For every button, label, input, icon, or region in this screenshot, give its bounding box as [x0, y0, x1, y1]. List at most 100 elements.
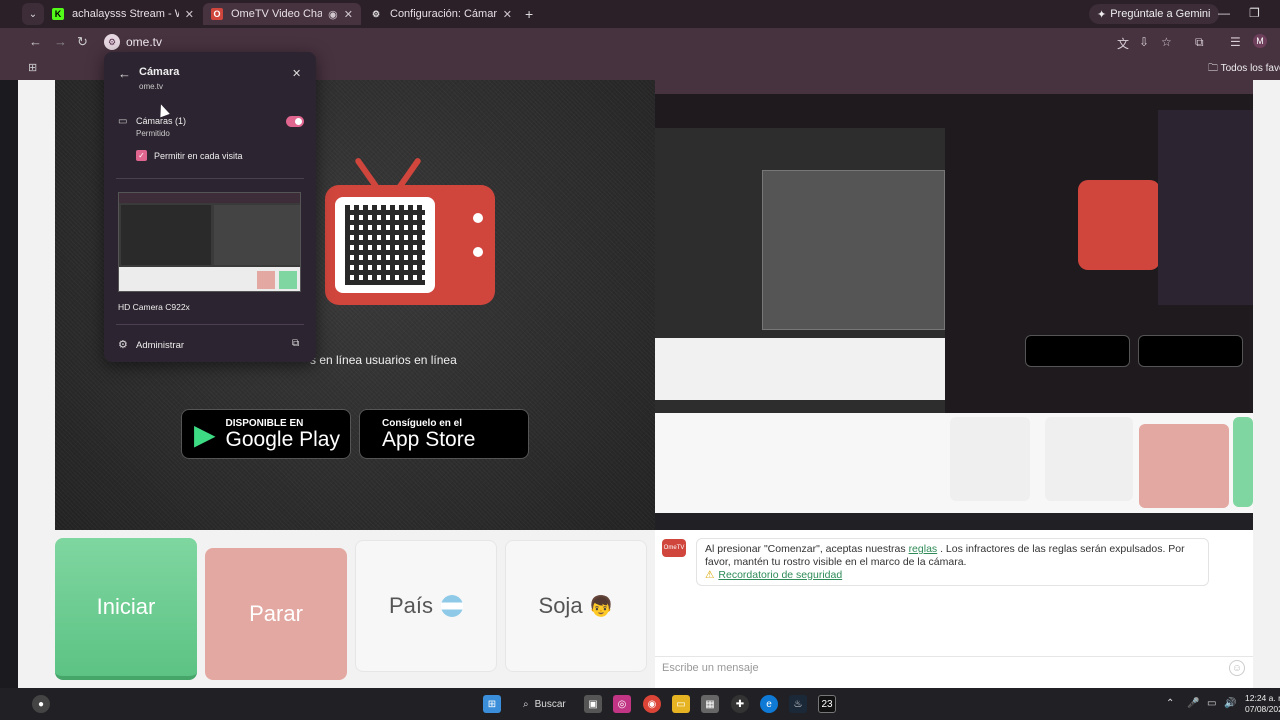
stop-label: Parar: [249, 601, 303, 626]
bookmarks-folder[interactable]: 🗀 Todos los favori: [1208, 61, 1280, 78]
back-arrow-icon[interactable]: ←: [118, 66, 131, 81]
taskbar: [0, 688, 1280, 720]
start-menu-icon[interactable]: ⊞: [483, 695, 501, 713]
ometv-tv-logo: [325, 156, 495, 305]
stop-button[interactable]: Parar: [205, 548, 347, 680]
close-tab-icon[interactable]: ✕: [185, 8, 194, 21]
calendar-badge-icon[interactable]: 23: [818, 695, 836, 713]
tab-settings[interactable]: ⚙ Configuración: Cámara ✕: [362, 3, 520, 25]
manage-link[interactable]: Administrar: [136, 340, 184, 351]
mirrored-country-button: [1045, 417, 1133, 501]
widgets-icon[interactable]: ●: [32, 695, 50, 713]
start-button[interactable]: Iniciar: [55, 538, 197, 680]
reading-list-icon[interactable]: ☰: [1230, 35, 1241, 49]
address-bar[interactable]: ⚙ ome.tv: [98, 31, 1108, 53]
mirrored-stop-button: [1139, 424, 1229, 508]
folder-icon[interactable]: ▭: [672, 695, 690, 713]
tv-knob: [473, 213, 483, 223]
emoji-icon[interactable]: ☺: [1229, 660, 1245, 676]
google-play-icon: ▶: [194, 418, 216, 450]
cameras-label: Cámaras (1): [136, 116, 187, 126]
divider: [116, 178, 304, 179]
self-camera-video: [655, 80, 1253, 530]
bookmarks-folder-label: Todos los favori: [1220, 63, 1280, 74]
system-message: Al presionar "Comenzar", aceptas nuestra…: [696, 538, 1209, 586]
rules-link[interactable]: reglas: [909, 543, 938, 555]
popup-host: ome.tv: [139, 82, 164, 91]
mirrored-window-inner: [762, 170, 945, 330]
avatar[interactable]: M: [1253, 34, 1267, 48]
back-button[interactable]: ←: [29, 34, 42, 49]
app-icon[interactable]: ✚: [731, 695, 749, 713]
ometv-chat-logo-icon: OmeTV: [662, 539, 686, 557]
kick-icon: K: [52, 8, 64, 20]
gender-button[interactable]: Soja 👦: [505, 540, 647, 672]
google-play-big: Google Play: [225, 427, 340, 451]
popup-title: Cámara: [139, 66, 180, 78]
instagram-icon[interactable]: ◎: [613, 695, 631, 713]
safety-reminder-link[interactable]: Recordatorio de seguridad: [718, 569, 842, 581]
device-name: HD Camera C922x: [118, 302, 190, 312]
microphone-icon[interactable]: 🎤: [1187, 698, 1199, 709]
camera-toggle[interactable]: [286, 116, 304, 127]
camera-icon: ▭: [118, 116, 128, 127]
external-link-icon[interactable]: ⧉: [292, 338, 299, 349]
camera-permission-popup: ← Cámara ome.tv ✕ ▭ Cámaras (1) Permitid…: [104, 52, 316, 362]
close-tab-icon[interactable]: ✕: [344, 8, 353, 21]
edge-icon[interactable]: e: [760, 695, 778, 713]
app-store-button[interactable]: Consíguelo en el App Store: [359, 409, 529, 459]
minimize-button[interactable]: —: [1218, 6, 1230, 20]
camera-preview: [118, 192, 301, 292]
app-store-small: Consíguelo en el: [382, 417, 463, 429]
google-play-button[interactable]: ▶ DISPONIBLE EN Google Play: [181, 409, 351, 459]
cameras-status: Permitido: [136, 129, 170, 138]
task-view-icon[interactable]: ▣: [584, 695, 602, 713]
forward-button[interactable]: →: [54, 34, 67, 49]
country-button[interactable]: País: [355, 540, 497, 672]
taskbar-search[interactable]: ⌕ Buscar: [515, 693, 575, 715]
steam-icon[interactable]: ♨: [789, 695, 807, 713]
chrome-icon[interactable]: ◉: [643, 695, 661, 713]
mirrored-google-play: [1138, 335, 1243, 367]
close-tab-icon[interactable]: ✕: [503, 8, 512, 21]
gemini-button[interactable]: ✦ Pregúntale a Gemini: [1089, 4, 1219, 24]
clock-time: 12:24 a. m.: [1245, 693, 1280, 703]
message-part1: Al presionar "Comenzar", aceptas nuestra…: [705, 543, 906, 555]
preview-bar: [119, 193, 300, 203]
install-icon[interactable]: ⇩: [1139, 35, 1149, 49]
warning-icon: ⚠: [705, 569, 715, 581]
reload-button[interactable]: ↻: [77, 34, 88, 50]
checkbox-label: Permitir en cada visita: [154, 151, 243, 161]
system-clock[interactable]: 12:24 a. m. 07/08/2025: [1245, 693, 1280, 715]
search-label: Buscar: [534, 698, 566, 710]
new-tab-button[interactable]: +: [525, 6, 533, 22]
mirrored-gender-button: [950, 417, 1030, 501]
store-icon[interactable]: ▦: [701, 695, 719, 713]
network-icon[interactable]: ▭: [1207, 698, 1216, 709]
argentina-flag-icon: [441, 595, 464, 617]
volume-icon[interactable]: 🔊: [1224, 698, 1236, 709]
site-info-icon[interactable]: ⚙: [104, 34, 120, 50]
search-icon: ⌕: [523, 698, 529, 710]
country-label: País: [388, 593, 434, 618]
extensions-icon[interactable]: ⧉: [1195, 35, 1204, 50]
gender-label: Soja: [538, 593, 583, 618]
tab-title: Configuración: Cámara: [390, 8, 497, 20]
start-label: Iniciar: [96, 594, 156, 619]
gemini-label: Pregúntale a Gemini: [1110, 8, 1211, 20]
allow-every-visit-checkbox[interactable]: ✓: [136, 150, 147, 161]
tab-search-button[interactable]: ⌄: [22, 3, 44, 25]
translate-icon[interactable]: 文: [1117, 35, 1129, 52]
mirrored-tv-logo: [1078, 180, 1160, 270]
boy-face-icon: 👦: [588, 595, 614, 618]
tab-stream[interactable]: K achalaysss Stream - Watch Live ✕: [44, 3, 202, 25]
apps-grid-icon[interactable]: ⊞: [28, 61, 37, 74]
chevron-up-icon[interactable]: ⌃: [1166, 698, 1174, 709]
maximize-button[interactable]: ❐: [1249, 6, 1260, 20]
close-icon[interactable]: ✕: [292, 67, 301, 80]
message-input[interactable]: Escribe un mensaje: [655, 656, 1253, 680]
star-icon[interactable]: ☆: [1161, 35, 1172, 49]
mirrored-start-button: [1233, 417, 1253, 507]
tab-ometv[interactable]: O OmeTV Video Chat — Altern ◉ ✕: [203, 3, 361, 25]
preview-start: [279, 271, 297, 289]
